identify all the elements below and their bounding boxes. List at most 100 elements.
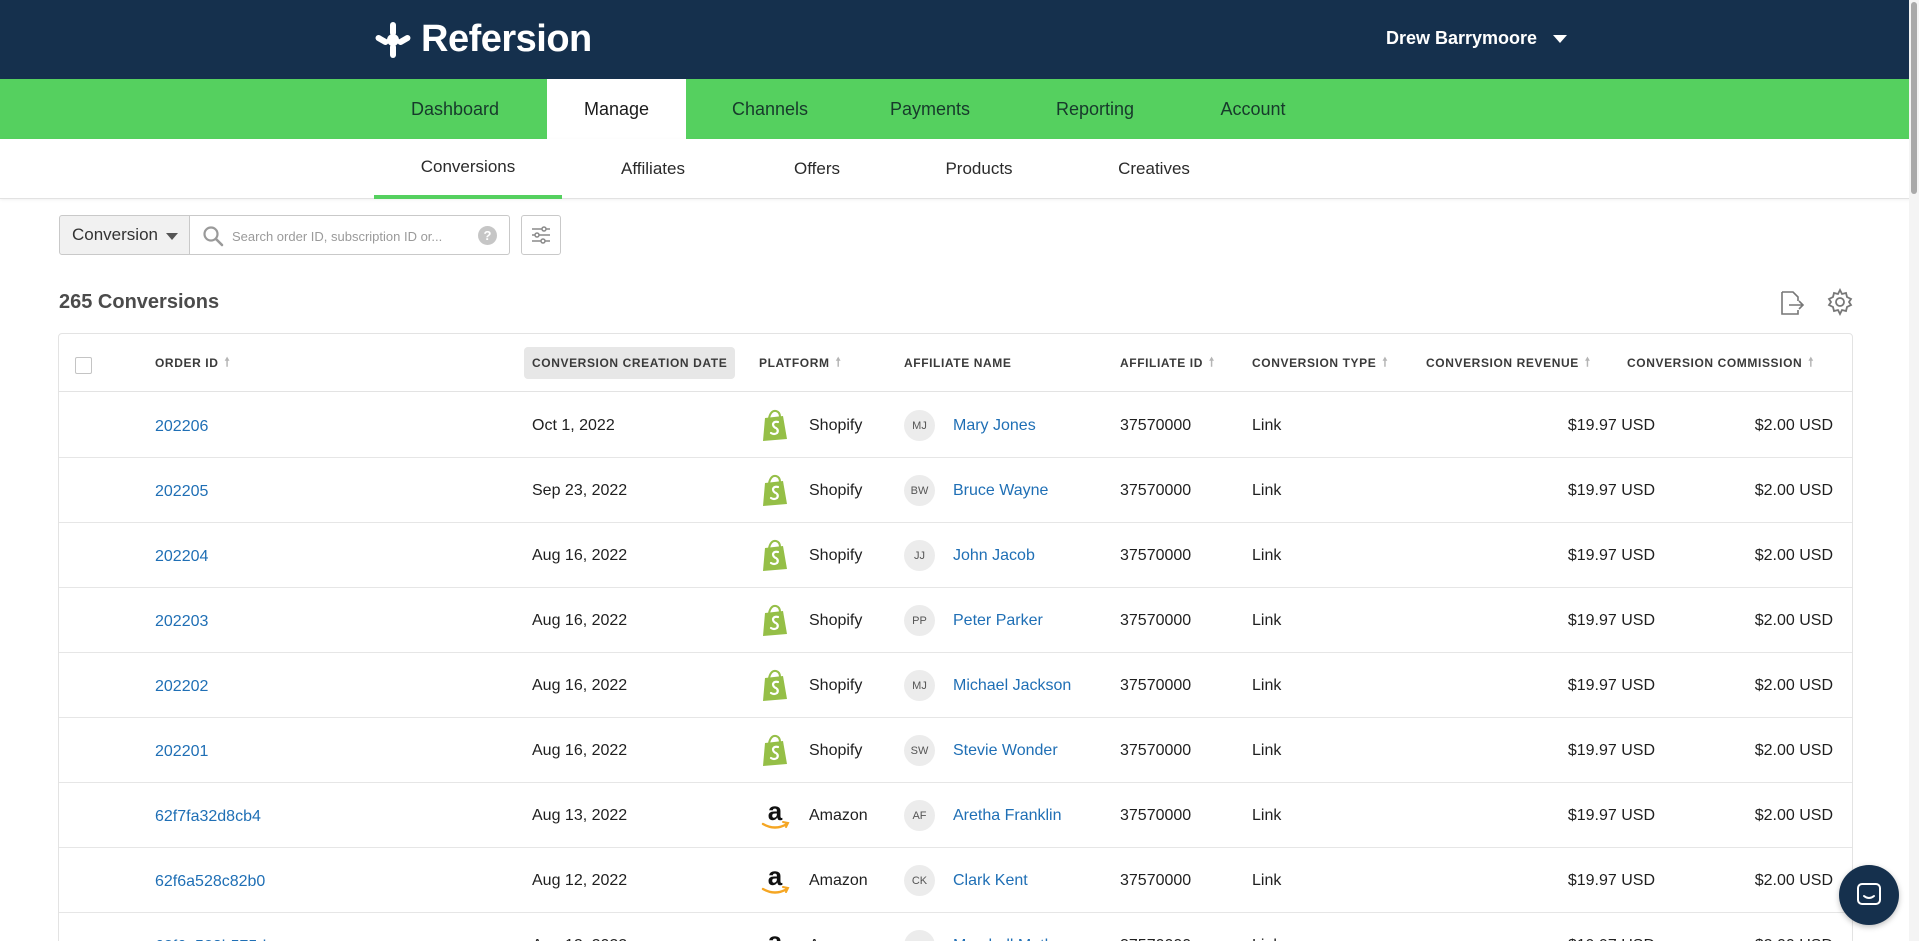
gear-icon[interactable] bbox=[1826, 288, 1854, 316]
table-row[interactable]: 202202 Aug 16, 2022 Shopify MJ Michael Jacks… bbox=[59, 653, 1852, 718]
avatar: MJ bbox=[904, 670, 935, 701]
platform-cell: Shopify bbox=[759, 588, 862, 653]
svg-text:a: a bbox=[768, 799, 783, 826]
conversion-date: Aug 16, 2022 bbox=[532, 741, 628, 759]
table-row[interactable]: 202203 Aug 16, 2022 Shopify PP Peter Parker 3… bbox=[59, 588, 1852, 653]
affiliate-name-link[interactable]: Aretha Franklin bbox=[953, 807, 1062, 825]
column-conversion-type[interactable]: CONVERSION TYPE 🠕 bbox=[1252, 334, 1388, 392]
help-icon[interactable]: ? bbox=[478, 226, 497, 245]
filter-button[interactable] bbox=[521, 215, 561, 255]
table-row[interactable]: 62f6a528c82b0 Aug 12, 2022 a Amazon CK Clark … bbox=[59, 848, 1852, 913]
conversion-type: Link bbox=[1252, 741, 1282, 759]
conversion-commission: $2.00 USD bbox=[1754, 481, 1833, 499]
order-id-link[interactable]: 62f7fa32d8cb4 bbox=[155, 783, 261, 848]
column-conversion-revenue[interactable]: CONVERSION REVENUE 🠕 bbox=[1426, 334, 1591, 392]
affiliate-name-link[interactable]: Stevie Wonder bbox=[953, 742, 1058, 760]
user-menu[interactable]: Drew Barrymoore bbox=[1386, 28, 1568, 49]
tab-manage[interactable]: Manage bbox=[547, 79, 686, 139]
table-row[interactable]: 202204 Aug 16, 2022 Shopify JJ John Jacob 375… bbox=[59, 523, 1852, 588]
sort-arrow-icon: 🠕 bbox=[1382, 354, 1389, 369]
table-row[interactable]: 202206 Oct 1, 2022 Shopify MJ Mary Jones 3757… bbox=[59, 393, 1852, 458]
conversion-date: Aug 12, 2022 bbox=[532, 871, 628, 889]
chat-button[interactable] bbox=[1839, 865, 1899, 925]
tab-account[interactable]: Account bbox=[1183, 79, 1323, 139]
affiliate-name-link[interactable]: Bruce Wayne bbox=[953, 482, 1048, 500]
order-id-link[interactable]: 202203 bbox=[155, 588, 208, 653]
order-id-link[interactable]: 202201 bbox=[155, 718, 208, 783]
order-id-link[interactable]: 202206 bbox=[155, 393, 208, 458]
subtab-products[interactable]: Products bbox=[909, 139, 1049, 199]
order-id-link[interactable]: 202202 bbox=[155, 653, 208, 718]
subtab-conversions[interactable]: Conversions bbox=[374, 139, 562, 199]
platform-name: Shopify bbox=[809, 481, 863, 499]
affiliate-cell: MJ Mary Jones bbox=[904, 393, 1036, 458]
platform-name: Shopify bbox=[809, 611, 863, 629]
search-box: ? bbox=[189, 215, 510, 255]
affiliate-cell: MJ Michael Jackson bbox=[904, 653, 1071, 718]
subtab-creatives[interactable]: Creatives bbox=[1084, 139, 1224, 199]
search-input[interactable] bbox=[232, 224, 462, 248]
column-platform[interactable]: PLATFORM 🠕 bbox=[759, 334, 841, 392]
tab-payments[interactable]: Payments bbox=[860, 79, 1000, 139]
affiliate-name-link[interactable]: Michael Jackson bbox=[953, 677, 1071, 695]
tab-dashboard[interactable]: Dashboard bbox=[373, 79, 537, 139]
subtab-offers[interactable]: Offers bbox=[747, 139, 887, 199]
table-row[interactable]: 62f7fa32d8cb4 Aug 13, 2022 a Amazon AF Aretha… bbox=[59, 783, 1852, 848]
platform-cell: Shopify bbox=[759, 458, 862, 523]
conversion-commission: $2.00 USD bbox=[1559, 913, 1833, 941]
table-row[interactable]: 202201 Aug 16, 2022 Shopify SW Stevie Wonder… bbox=[59, 718, 1852, 783]
brand-logo[interactable]: Refersion bbox=[373, 18, 592, 61]
order-id-link[interactable]: 62f6a528b575d bbox=[155, 913, 266, 941]
shopify-logo-icon bbox=[763, 409, 787, 441]
column-conversion-date[interactable]: CONVERSION CREATION DATE bbox=[524, 334, 736, 392]
tab-reporting[interactable]: Reporting bbox=[1025, 79, 1165, 139]
shopify-logo-icon bbox=[763, 734, 787, 766]
platform-name: Amazon bbox=[809, 871, 868, 889]
column-conversion-commission[interactable]: CONVERSION COMMISSION 🠕 bbox=[1627, 334, 1814, 392]
avatar: SW bbox=[904, 735, 935, 766]
affiliate-cell: PP Peter Parker bbox=[904, 588, 1043, 653]
affiliate-name-link[interactable]: Clark Kent bbox=[953, 872, 1028, 890]
column-affiliate-name[interactable]: AFFILIATE NAME bbox=[904, 334, 1012, 392]
platform-name: Shopify bbox=[809, 416, 863, 434]
subtab-affiliates[interactable]: Affiliates bbox=[583, 139, 723, 199]
column-affiliate-id[interactable]: AFFILIATE ID 🠕 bbox=[1120, 334, 1215, 392]
conversion-type: Link bbox=[1252, 913, 1281, 941]
avatar: CK bbox=[904, 865, 935, 896]
affiliate-id: 37570000 bbox=[1120, 741, 1192, 759]
svg-text:a: a bbox=[768, 864, 783, 891]
scrollbar-thumb[interactable] bbox=[1911, 2, 1917, 194]
search-type-select[interactable]: Conversion bbox=[59, 215, 190, 255]
order-id-link[interactable]: 202204 bbox=[155, 523, 208, 588]
conversions-table: ORDER ID 🠕 CONVERSION CREATION DATE PLATF… bbox=[58, 333, 1853, 941]
avatar: MJ bbox=[904, 410, 935, 441]
sort-arrow-icon: 🠕 bbox=[1208, 354, 1215, 369]
shopify-logo-icon bbox=[763, 474, 787, 506]
order-id-link[interactable]: 62f6a528c82b0 bbox=[155, 848, 265, 913]
table-row[interactable]: 62f6a528b575d Aug 12, 2022 a Amazon MM Marsha… bbox=[59, 913, 1852, 941]
affiliate-name-link[interactable]: John Jacob bbox=[953, 547, 1035, 565]
affiliate-id: 37570000 bbox=[1120, 676, 1192, 694]
tab-channels[interactable]: Channels bbox=[700, 79, 840, 139]
table-row[interactable]: 202205 Sep 23, 2022 Shopify BW Bruce Wayne 37… bbox=[59, 458, 1852, 523]
affiliate-name-link[interactable]: Marshall Mathers bbox=[953, 937, 1076, 941]
affiliate-cell: CK Clark Kent bbox=[904, 848, 1028, 913]
avatar: AF bbox=[904, 800, 935, 831]
conversion-type: Link bbox=[1252, 481, 1282, 499]
select-all-checkbox[interactable] bbox=[75, 357, 92, 374]
affiliate-name-link[interactable]: Mary Jones bbox=[953, 417, 1036, 435]
avatar: BW bbox=[904, 475, 935, 506]
affiliate-id: 37570000 bbox=[1120, 546, 1192, 564]
column-order-id[interactable]: ORDER ID 🠕 bbox=[155, 334, 230, 392]
amazon-logo-icon: a bbox=[761, 864, 790, 894]
conversion-commission: $2.00 USD bbox=[1754, 806, 1833, 824]
platform-cell: a Amazon bbox=[759, 848, 868, 913]
amazon-logo-icon: a bbox=[761, 799, 790, 829]
platform-name: Shopify bbox=[809, 741, 863, 759]
affiliate-id: 37570000 bbox=[1120, 481, 1192, 499]
shopify-logo-icon bbox=[763, 604, 787, 636]
order-id-link[interactable]: 202205 bbox=[155, 458, 208, 523]
export-icon[interactable] bbox=[1777, 289, 1805, 317]
affiliate-name-link[interactable]: Peter Parker bbox=[953, 612, 1043, 630]
user-name: Drew Barrymoore bbox=[1386, 28, 1538, 48]
